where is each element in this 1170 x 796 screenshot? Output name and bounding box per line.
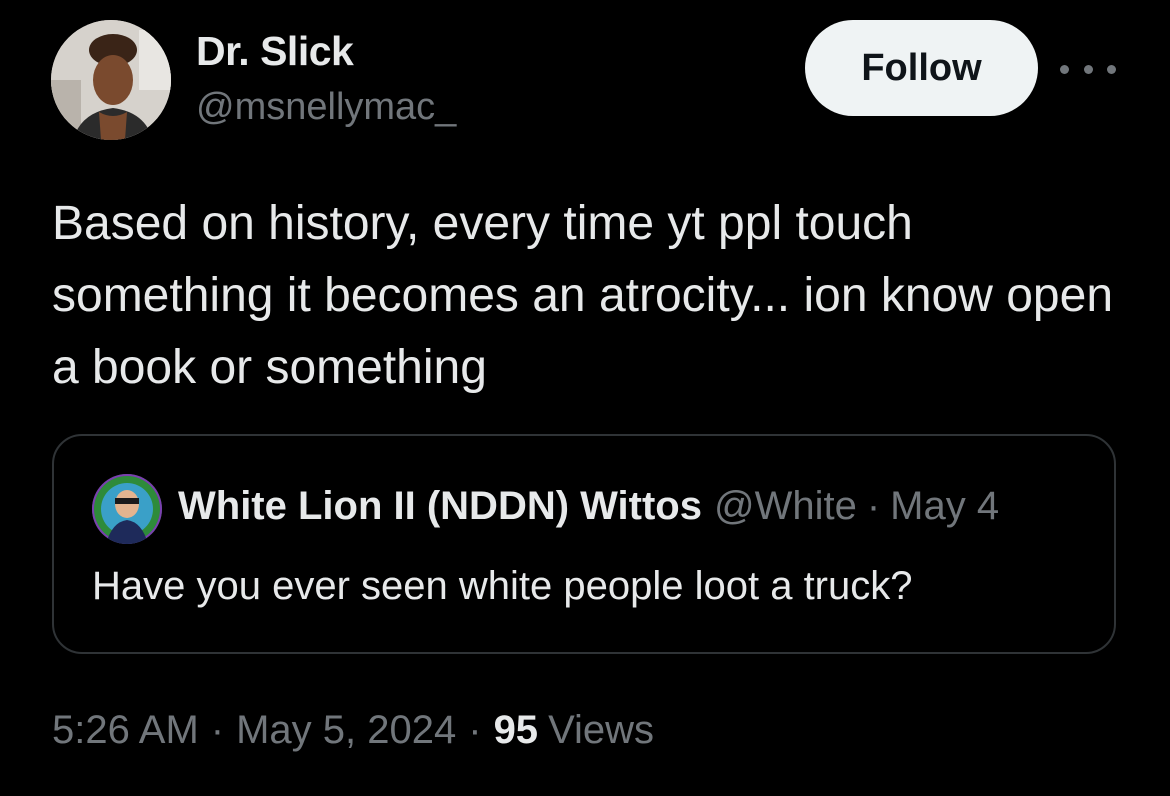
views-label: Views <box>548 708 655 752</box>
more-dot <box>1107 64 1116 74</box>
quoted-author-name[interactable]: White Lion II (NDDN) Wittos <box>178 484 702 529</box>
quoted-author-avatar-image <box>92 474 162 544</box>
quoted-author-handle[interactable]: @White <box>714 484 857 529</box>
meta-separator: · <box>468 708 482 752</box>
tweet-time[interactable]: 5:26 AM <box>52 708 199 753</box>
author-handle[interactable]: @msnellymac_ <box>196 86 456 129</box>
more-dot <box>1083 64 1093 74</box>
quoted-author-avatar[interactable] <box>92 474 162 544</box>
meta-separator: · <box>210 708 225 752</box>
author-avatar-image <box>51 20 171 140</box>
quoted-separator: · <box>866 484 881 528</box>
tweet: Dr. Slick @msnellymac_ Follow Based on h… <box>0 0 1170 796</box>
quoted-tweet-header: White Lion II (NDDN) Wittos @White · May… <box>178 484 1088 534</box>
more-dot <box>1060 64 1069 74</box>
author-avatar[interactable] <box>51 20 171 140</box>
quoted-tweet-card[interactable]: White Lion II (NDDN) Wittos @White · May… <box>52 434 1116 654</box>
more-options-icon[interactable] <box>1060 54 1116 84</box>
tweet-text: Based on history, every time yt ppl touc… <box>52 197 1114 394</box>
quoted-tweet-text: Have you ever seen white people loot a t… <box>92 564 913 608</box>
tweet-meta: 5:26 AM · May 5, 2024 · 95 Views <box>52 708 654 753</box>
quoted-tweet-date[interactable]: May 4 <box>890 484 999 529</box>
follow-button[interactable]: Follow <box>805 20 1038 116</box>
tweet-date[interactable]: May 5, 2024 <box>236 708 456 753</box>
views-count[interactable]: 95 <box>494 708 539 753</box>
author-name[interactable]: Dr. Slick <box>196 28 354 75</box>
